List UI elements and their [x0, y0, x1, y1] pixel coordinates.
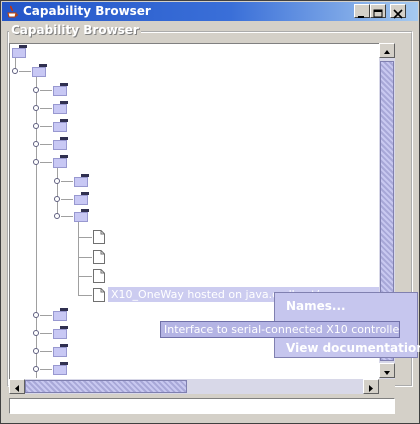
java-cup-icon — [5, 4, 19, 19]
folder-icon[interactable] — [53, 308, 68, 321]
scroll-left-button[interactable] — [9, 379, 25, 394]
tree-connector — [78, 216, 79, 296]
expand-handle[interactable] — [12, 68, 18, 74]
tree-connector — [61, 199, 73, 200]
root-folder-icon[interactable] — [12, 45, 27, 58]
window-title: Capability Browser — [23, 4, 151, 18]
folder-icon[interactable] — [53, 137, 68, 150]
tree-connector — [40, 126, 52, 127]
tree-connector — [61, 181, 73, 182]
expand-handle[interactable] — [54, 213, 60, 219]
folder-icon[interactable] — [53, 119, 68, 132]
arrow-down-icon — [384, 371, 390, 375]
tree-connector — [40, 108, 52, 109]
expand-handle[interactable] — [33, 312, 39, 318]
tree-connector — [40, 333, 52, 334]
folder-icon[interactable] — [74, 209, 89, 222]
folder-icon[interactable] — [32, 64, 47, 77]
tree-connector — [40, 351, 52, 352]
folder-icon[interactable] — [53, 362, 68, 375]
tree-connector — [78, 276, 92, 277]
document-icon[interactable] — [93, 287, 105, 302]
arrow-up-icon — [384, 50, 390, 54]
node-tooltip: Interface to serial-connected X10 contro… — [160, 321, 400, 338]
tree-connector — [40, 162, 52, 163]
arrow-right-icon — [369, 385, 373, 392]
tree-connector — [40, 90, 52, 91]
tree-connector — [40, 315, 52, 316]
expand-handle[interactable] — [54, 196, 60, 202]
expand-handle[interactable] — [33, 330, 39, 336]
scroll-up-button[interactable] — [379, 43, 395, 58]
document-icon[interactable] — [93, 249, 105, 264]
tree-connector — [40, 369, 52, 370]
close-button[interactable] — [390, 4, 406, 19]
minimize-button[interactable] — [354, 4, 370, 18]
arrow-left-icon — [15, 385, 19, 392]
expand-handle[interactable] — [33, 159, 39, 165]
scroll-down-button[interactable] — [379, 363, 395, 378]
horizontal-scroll-thumb[interactable] — [25, 380, 187, 393]
scrollbar-corner — [379, 379, 395, 394]
expand-handle[interactable] — [33, 348, 39, 354]
expand-handle[interactable] — [33, 123, 39, 129]
capability-browser-window: Capability Browser Capability Browser X1… — [0, 0, 420, 424]
document-icon[interactable] — [93, 268, 105, 283]
folder-icon[interactable] — [53, 101, 68, 114]
folder-icon[interactable] — [74, 174, 89, 187]
folder-icon[interactable] — [53, 155, 68, 168]
panel-title: Capability Browser — [9, 23, 141, 37]
tree-connector — [78, 257, 92, 258]
tree-connector — [40, 144, 52, 145]
folder-icon[interactable] — [53, 344, 68, 357]
title-bar[interactable]: Capability Browser — [2, 2, 418, 21]
folder-icon[interactable] — [74, 192, 89, 205]
expand-handle[interactable] — [33, 141, 39, 147]
menu-item-names[interactable]: Names... — [286, 299, 346, 313]
expand-handle[interactable] — [33, 366, 39, 372]
folder-icon[interactable] — [53, 326, 68, 339]
menu-item-view-documentation[interactable]: View documentation — [286, 341, 420, 355]
horizontal-scrollbar[interactable] — [9, 379, 379, 394]
expand-handle[interactable] — [33, 105, 39, 111]
scroll-right-button[interactable] — [363, 379, 379, 394]
status-field[interactable] — [9, 398, 395, 414]
expand-handle[interactable] — [54, 178, 60, 184]
tree-connector — [78, 295, 92, 296]
tree-connector — [57, 166, 58, 216]
folder-icon[interactable] — [53, 83, 68, 96]
expand-handle[interactable] — [33, 87, 39, 93]
document-icon[interactable] — [93, 229, 105, 244]
tree-connector — [78, 237, 92, 238]
maximize-button[interactable] — [370, 4, 386, 18]
tree-connector — [61, 216, 73, 217]
tree-connector — [19, 71, 31, 72]
